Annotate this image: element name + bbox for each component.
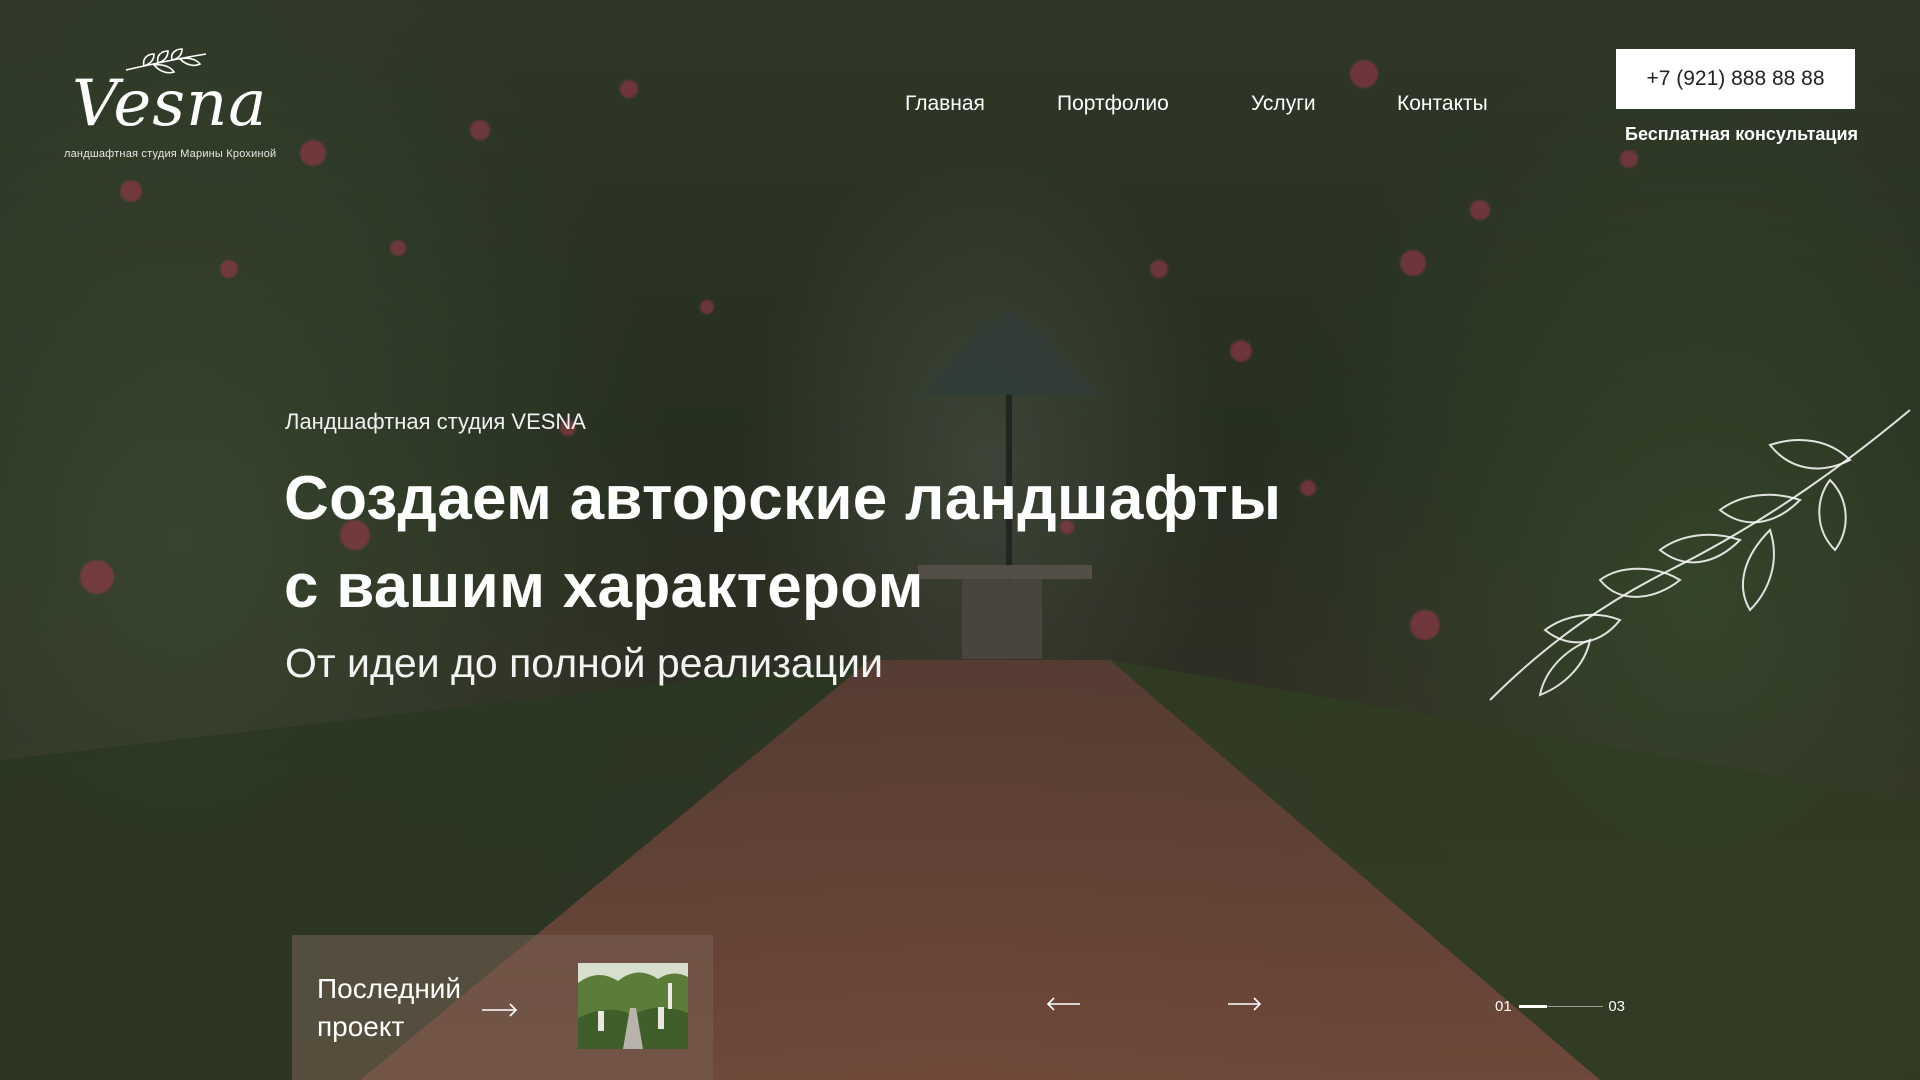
latest-project-label: Последний проект	[317, 973, 462, 1042]
nav-item-home[interactable]: Главная	[905, 92, 1057, 116]
main-navigation: Главная Портфолио Услуги Контакты	[905, 92, 1488, 116]
nav-item-portfolio[interactable]: Портфолио	[1057, 92, 1251, 116]
nav-item-services[interactable]: Услуги	[1251, 92, 1397, 116]
hero-headline: Создаем авторские ландшафты с вашим хара…	[284, 455, 1281, 631]
logo-tagline: ландшафтная студия Марины Крохиной	[64, 148, 277, 160]
logo[interactable]: Vesna ландшафтная студия Марины Крохиной	[62, 48, 282, 168]
project-thumbnail-image	[578, 963, 688, 1049]
decorative-leaf-icon	[1489, 409, 1911, 701]
hero-headline-line-2: с вашим характером	[284, 552, 924, 621]
hero-kicker: Ландшафтная студия VESNA	[285, 409, 586, 434]
arrow-right-icon	[482, 1003, 518, 1017]
phone-button[interactable]: +7 (921) 888 88 88	[1616, 49, 1855, 109]
latest-project-thumbnail[interactable]	[578, 963, 688, 1049]
latest-project-card[interactable]: Последний проект	[292, 935, 713, 1080]
slide-pager: 01 03	[1495, 998, 1625, 1018]
nav-item-contacts[interactable]: Контакты	[1397, 92, 1488, 116]
arrow-right-icon[interactable]	[1228, 996, 1262, 1012]
logo-wordmark: Vesna	[72, 67, 268, 141]
arrow-left-icon[interactable]	[1046, 996, 1080, 1012]
pager-current: 01	[1495, 998, 1512, 1015]
hero-subheadline: От идеи до полной реализации	[285, 640, 883, 686]
free-consultation-link[interactable]: Бесплатная консультация	[1625, 124, 1858, 145]
pager-progress	[1519, 1005, 1547, 1008]
hero-headline-line-1: Создаем авторские ландшафты	[284, 464, 1282, 533]
pager-total: 03	[1608, 998, 1625, 1015]
